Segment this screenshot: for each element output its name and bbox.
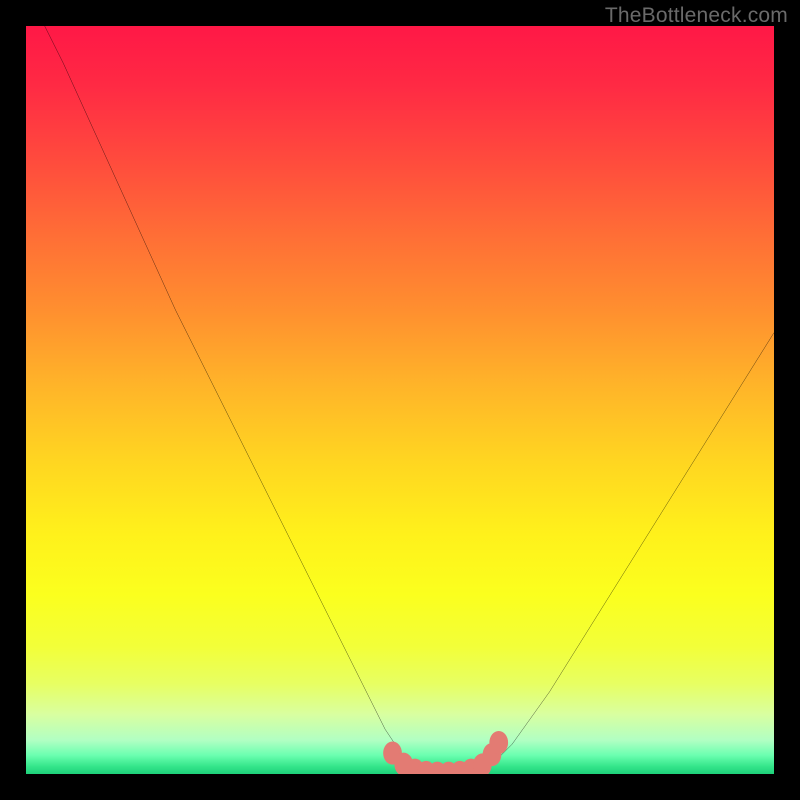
chart-frame: TheBottleneck.com (0, 0, 800, 800)
plot-area (26, 26, 774, 774)
watermark-text: TheBottleneck.com (605, 4, 788, 28)
heat-gradient (26, 26, 774, 774)
